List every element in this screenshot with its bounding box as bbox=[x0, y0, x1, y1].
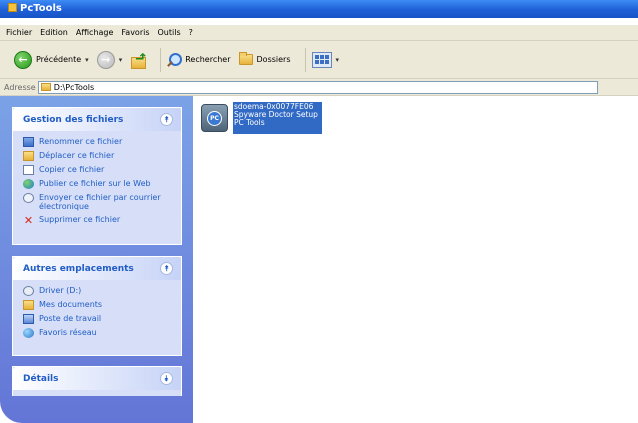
place-documents[interactable]: Mes documents bbox=[23, 300, 175, 310]
task-email[interactable]: Envoyer ce fichier par courrier électron… bbox=[23, 193, 175, 211]
window-title: PcTools bbox=[20, 3, 62, 14]
copy-icon bbox=[23, 165, 34, 175]
details-title: Détails bbox=[23, 373, 59, 384]
chevron-down-icon[interactable]: ▾ bbox=[336, 56, 340, 64]
search-button[interactable]: Rechercher bbox=[167, 52, 231, 67]
file-tasks-panel: Gestion des fichiers ⯭ Renommer ce fichi… bbox=[12, 107, 182, 245]
my-computer-icon bbox=[23, 314, 34, 324]
menu-bar: Fichier Edition Affichage Favoris Outils… bbox=[0, 25, 638, 41]
menu-affichage[interactable]: Affichage bbox=[76, 28, 114, 37]
toolbar-separator bbox=[160, 47, 162, 72]
address-bar: Adresse D:\PcTools bbox=[0, 79, 638, 96]
search-button-label: Rechercher bbox=[185, 55, 231, 64]
back-arrow-icon: ← bbox=[14, 50, 32, 69]
task-delete[interactable]: ✕ Supprimer ce fichier bbox=[23, 213, 175, 227]
task-move[interactable]: Déplacer ce fichier bbox=[23, 151, 175, 161]
forward-button[interactable]: → ▾ bbox=[96, 50, 123, 69]
details-panel: Détails ⯯ bbox=[12, 366, 182, 396]
task-pane: Gestion des fichiers ⯭ Renommer ce fichi… bbox=[0, 96, 193, 423]
up-folder-icon bbox=[130, 52, 147, 69]
address-label: Adresse bbox=[4, 82, 36, 92]
menu-help[interactable]: ? bbox=[189, 28, 193, 37]
task-label: Supprimer ce fichier bbox=[39, 215, 121, 224]
collapse-icon[interactable]: ⯭ bbox=[160, 113, 173, 126]
folders-button[interactable]: Dossiers bbox=[238, 52, 291, 65]
back-button-label: Précédente bbox=[36, 55, 82, 64]
file-company: PC Tools bbox=[234, 118, 265, 127]
collapse-icon[interactable]: ⯭ bbox=[160, 262, 173, 275]
back-button[interactable]: ← Précédente ▾ bbox=[14, 50, 89, 69]
file-label: sdoema-0x0077FE06 Spyware Doctor Setup P… bbox=[233, 102, 322, 134]
toolbar: ← Précédente ▾ → ▾ Rechercher Dossiers ▾ bbox=[0, 41, 638, 79]
toolbar-separator bbox=[304, 47, 306, 72]
menu-outils[interactable]: Outils bbox=[158, 28, 181, 37]
documents-folder-icon bbox=[23, 300, 34, 310]
folders-button-label: Dossiers bbox=[256, 55, 291, 64]
place-label: Driver (D:) bbox=[39, 286, 82, 295]
network-icon bbox=[23, 328, 34, 338]
file-item[interactable]: PC sdoema-0x0077FE06 Spyware Doctor Setu… bbox=[200, 102, 322, 134]
other-places-title: Autres emplacements bbox=[23, 263, 134, 274]
folders-icon bbox=[238, 52, 253, 65]
views-button[interactable]: ▾ bbox=[311, 51, 340, 68]
title-bar[interactable]: PcTools bbox=[0, 0, 638, 18]
task-label: Copier ce fichier bbox=[39, 165, 105, 174]
file-tasks-header[interactable]: Gestion des fichiers ⯭ bbox=[13, 108, 181, 131]
forward-arrow-icon: → bbox=[96, 50, 115, 69]
place-label: Poste de travail bbox=[39, 314, 102, 323]
place-label: Favoris réseau bbox=[39, 328, 97, 337]
expand-icon[interactable]: ⯯ bbox=[160, 372, 173, 385]
email-icon bbox=[23, 193, 34, 203]
drive-icon bbox=[23, 286, 34, 296]
pc-tools-file-icon: PC bbox=[200, 102, 230, 134]
search-icon bbox=[167, 52, 183, 67]
delete-icon: ✕ bbox=[23, 213, 34, 227]
task-publish-web[interactable]: Publier ce fichier sur le Web bbox=[23, 179, 175, 189]
task-label: Publier ce fichier sur le Web bbox=[39, 179, 151, 188]
views-icon bbox=[311, 51, 332, 68]
chevron-down-icon[interactable]: ▾ bbox=[85, 56, 89, 64]
move-icon bbox=[23, 151, 34, 161]
place-label: Mes documents bbox=[39, 300, 103, 309]
chevron-down-icon[interactable]: ▾ bbox=[119, 56, 123, 64]
menu-edition[interactable]: Edition bbox=[40, 28, 68, 37]
details-header[interactable]: Détails ⯯ bbox=[13, 367, 181, 390]
other-places-header[interactable]: Autres emplacements ⯭ bbox=[13, 257, 181, 280]
place-network[interactable]: Favoris réseau bbox=[23, 328, 175, 338]
address-input[interactable]: D:\PcTools bbox=[37, 80, 598, 94]
task-label: Renommer ce fichier bbox=[39, 137, 123, 146]
rename-icon bbox=[23, 137, 34, 147]
file-tasks-title: Gestion des fichiers bbox=[23, 114, 124, 125]
place-drive[interactable]: Driver (D:) bbox=[23, 286, 175, 296]
file-list-area[interactable]: PC sdoema-0x0077FE06 Spyware Doctor Setu… bbox=[193, 96, 638, 423]
folder-icon bbox=[8, 3, 17, 12]
web-publish-icon bbox=[23, 179, 34, 189]
task-rename[interactable]: Renommer ce fichier bbox=[23, 137, 175, 147]
other-places-panel: Autres emplacements ⯭ Driver (D:) Mes do… bbox=[12, 256, 182, 356]
menu-fichier[interactable]: Fichier bbox=[6, 28, 32, 37]
task-label: Déplacer ce fichier bbox=[39, 151, 115, 160]
address-path: D:\PcTools bbox=[53, 82, 95, 92]
up-folder-button[interactable] bbox=[130, 52, 147, 69]
menu-favoris[interactable]: Favoris bbox=[121, 28, 149, 37]
explorer-window: PcTools Fichier Edition Affichage Favori… bbox=[0, 0, 638, 423]
task-label: Envoyer ce fichier par courrier électron… bbox=[39, 193, 161, 211]
task-copy[interactable]: Copier ce fichier bbox=[23, 165, 175, 175]
folder-icon bbox=[40, 83, 51, 91]
place-my-computer[interactable]: Poste de travail bbox=[23, 314, 175, 324]
